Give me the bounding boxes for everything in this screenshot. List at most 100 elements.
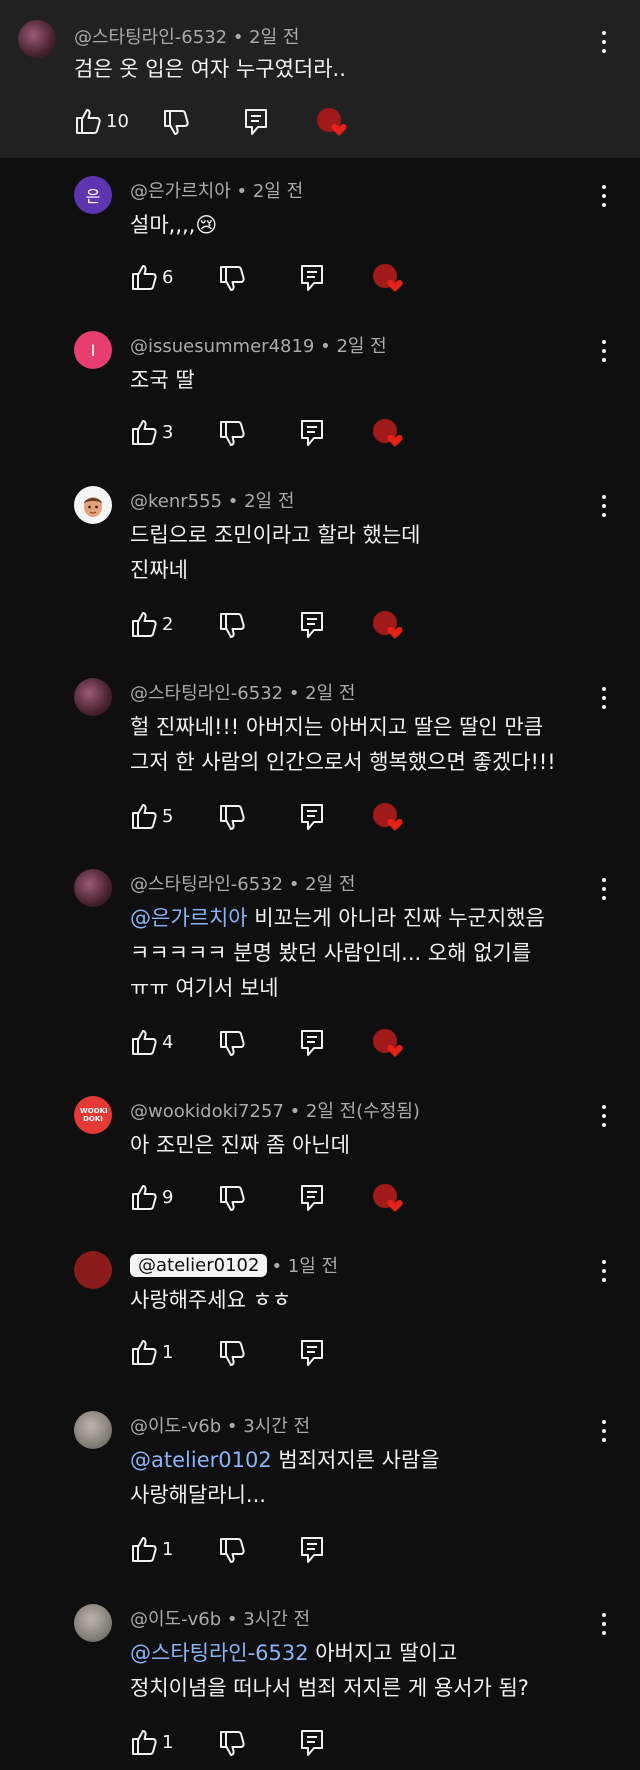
- like-count: 1: [162, 1342, 174, 1363]
- reply-icon[interactable]: [298, 1183, 326, 1213]
- comment-author-meta[interactable]: @은가르치아 • 2일 전: [130, 178, 303, 202]
- avatar[interactable]: [74, 678, 112, 716]
- more-vert-icon[interactable]: [594, 1257, 614, 1285]
- thumbs-up-icon[interactable]: [130, 263, 158, 293]
- comment-text: @은가르치아 비꼬는게 아니라 진짜 누군지했음 ㅋㅋㅋㅋㅋ 분명 봤던 사람인…: [130, 901, 545, 1006]
- reply-icon[interactable]: [298, 418, 326, 448]
- comment-reply: @이도-v6b • 3시간 전 @atelier0102 범죄저지른 사람을 사…: [0, 1395, 640, 1580]
- reply-icon[interactable]: [298, 1728, 326, 1758]
- like-count: 9: [162, 1187, 174, 1208]
- avatar[interactable]: [74, 486, 112, 524]
- comment-text: 아 조민은 진짜 좀 아닌데: [130, 1128, 350, 1163]
- comment-text: @atelier0102 범죄저지른 사람을 사랑해달라니...: [130, 1443, 440, 1513]
- more-vert-icon[interactable]: [594, 1102, 614, 1130]
- more-vert-icon[interactable]: [594, 1610, 614, 1638]
- comment-reply: 은 @은가르치아 • 2일 전 설마,,,,😢 6: [0, 160, 640, 310]
- comment-line: 아 조민은 진짜 좀 아닌데: [130, 1133, 350, 1157]
- comment-line: @스타팅라인-6532 아버지고 딸이고: [130, 1636, 529, 1671]
- reply-icon[interactable]: [298, 610, 326, 640]
- comment-author-meta[interactable]: @스타팅라인-6532 • 2일 전: [130, 871, 355, 895]
- thumbs-down-icon[interactable]: [218, 1535, 246, 1565]
- comment-line: ㅠㅠ 여기서 보네: [130, 976, 279, 1000]
- comment-line: 드립으로 조민이라고 할라 했는데: [130, 523, 421, 547]
- comment-line: 조국 딸: [130, 368, 195, 392]
- reply-icon[interactable]: [298, 1028, 326, 1058]
- more-vert-icon[interactable]: [594, 182, 614, 210]
- comment-line: 헐 진짜네!!! 아버지는 아버지고 딸은 딸인 만큼: [130, 715, 544, 739]
- mention-link[interactable]: @atelier0102: [130, 1448, 272, 1472]
- more-vert-icon[interactable]: [594, 28, 614, 56]
- comment-reply: @이도-v6b • 3시간 전 @스타팅라인-6532 아버지고 딸이고 정치이…: [0, 1588, 640, 1770]
- comment-line: 설마,,,,😢: [130, 213, 218, 237]
- thumbs-up-icon[interactable]: [130, 610, 158, 640]
- thumbs-up-icon[interactable]: [130, 1728, 158, 1758]
- reply-icon[interactable]: [298, 263, 326, 293]
- thumbs-down-icon[interactable]: [218, 1728, 246, 1758]
- comment-line: ㅋㅋㅋㅋㅋ 분명 봤던 사람인데... 오해 없기를: [130, 941, 532, 965]
- thumbs-down-icon[interactable]: [162, 107, 190, 137]
- thumbs-down-icon[interactable]: [218, 1028, 246, 1058]
- avatar[interactable]: I: [74, 331, 112, 369]
- thumbs-up-icon[interactable]: [74, 107, 102, 137]
- avatar[interactable]: 은: [74, 176, 112, 214]
- comment-author-meta[interactable]: @issuesummer4819 • 2일 전: [130, 333, 387, 357]
- comment-author-meta[interactable]: @이도-v6b • 3시간 전: [130, 1413, 310, 1437]
- more-vert-icon[interactable]: [594, 492, 614, 520]
- thumbs-up-icon[interactable]: [130, 802, 158, 832]
- thumbs-down-icon[interactable]: [218, 263, 246, 293]
- creator-handle-chip[interactable]: @atelier0102: [130, 1253, 268, 1277]
- mention-link[interactable]: @스타팅라인-6532: [130, 1641, 309, 1665]
- thumbs-down-icon[interactable]: [218, 802, 246, 832]
- avatar[interactable]: WOOKI DOKI: [74, 1096, 112, 1134]
- more-vert-icon[interactable]: [594, 875, 614, 903]
- comment-actions: 9: [130, 1183, 430, 1213]
- thumbs-down-icon[interactable]: [218, 610, 246, 640]
- thumbs-up-icon[interactable]: [130, 1183, 158, 1213]
- comment-thread: @스타팅라인-6532 • 2일 전 검은 옷 입은 여자 누구였더라.. 10: [0, 0, 640, 158]
- comment-line-rest: 비꼬는게 아니라 진짜 누군지했음: [247, 906, 545, 930]
- thumbs-up-icon[interactable]: [130, 1338, 158, 1368]
- comment-line: 사랑해주세요 ㅎㅎ: [130, 1288, 292, 1312]
- thumbs-down-icon[interactable]: [218, 418, 246, 448]
- more-vert-icon[interactable]: [594, 337, 614, 365]
- more-vert-icon[interactable]: [594, 1417, 614, 1445]
- avatar[interactable]: [74, 869, 112, 907]
- reply-icon[interactable]: [298, 1338, 326, 1368]
- comment-reply: @kenr555 • 2일 전 드립으로 조민이라고 할라 했는데 진짜네 2: [0, 470, 640, 655]
- creator-heart-icon: [373, 611, 403, 639]
- like-count: 6: [162, 267, 174, 288]
- comment-author-meta[interactable]: @스타팅라인-6532 • 2일 전: [130, 680, 355, 704]
- comment-author-meta[interactable]: @스타팅라인-6532 • 2일 전: [74, 24, 299, 48]
- avatar[interactable]: [74, 1251, 112, 1289]
- mention-link[interactable]: @은가르치아: [130, 906, 248, 930]
- thumbs-down-icon[interactable]: [218, 1183, 246, 1213]
- like-count: 1: [162, 1539, 174, 1560]
- comment-text: 조국 딸: [130, 363, 195, 398]
- comment-author-meta[interactable]: @이도-v6b • 3시간 전: [130, 1606, 310, 1630]
- comment-author-meta[interactable]: @wookidoki7257 • 2일 전(수정됨): [130, 1098, 420, 1122]
- reply-icon[interactable]: [242, 107, 270, 137]
- comment-author-meta[interactable]: @kenr555 • 2일 전: [130, 488, 294, 512]
- avatar[interactable]: [74, 1604, 112, 1642]
- avatar[interactable]: [18, 20, 56, 58]
- thumbs-up-icon[interactable]: [130, 418, 158, 448]
- reply-icon[interactable]: [298, 1535, 326, 1565]
- comment-reply: @스타팅라인-6532 • 2일 전 헐 진짜네!!! 아버지는 아버지고 딸은…: [0, 662, 640, 847]
- comment-line-rest: 범죄저지른 사람을: [271, 1448, 440, 1472]
- comment-actions: 10: [74, 107, 374, 137]
- thumbs-down-icon[interactable]: [218, 1338, 246, 1368]
- creator-heart-icon: [373, 1029, 403, 1057]
- thumbs-up-icon[interactable]: [130, 1535, 158, 1565]
- avatar-logo-text: WOOKI DOKI: [80, 1107, 108, 1123]
- like-count: 3: [162, 422, 174, 443]
- comment-time: • 1일 전: [271, 1256, 339, 1277]
- like-count: 10: [106, 111, 129, 132]
- reply-icon[interactable]: [298, 802, 326, 832]
- more-vert-icon[interactable]: [594, 684, 614, 712]
- comment-actions: 6: [130, 263, 430, 293]
- creator-heart-icon: [373, 264, 403, 292]
- avatar[interactable]: [74, 1411, 112, 1449]
- thumbs-up-icon[interactable]: [130, 1028, 158, 1058]
- comment-line: 그저 한 사람의 인간으로서 행복했으면 좋겠다!!!: [130, 750, 556, 774]
- creator-heart-icon: [373, 1184, 403, 1212]
